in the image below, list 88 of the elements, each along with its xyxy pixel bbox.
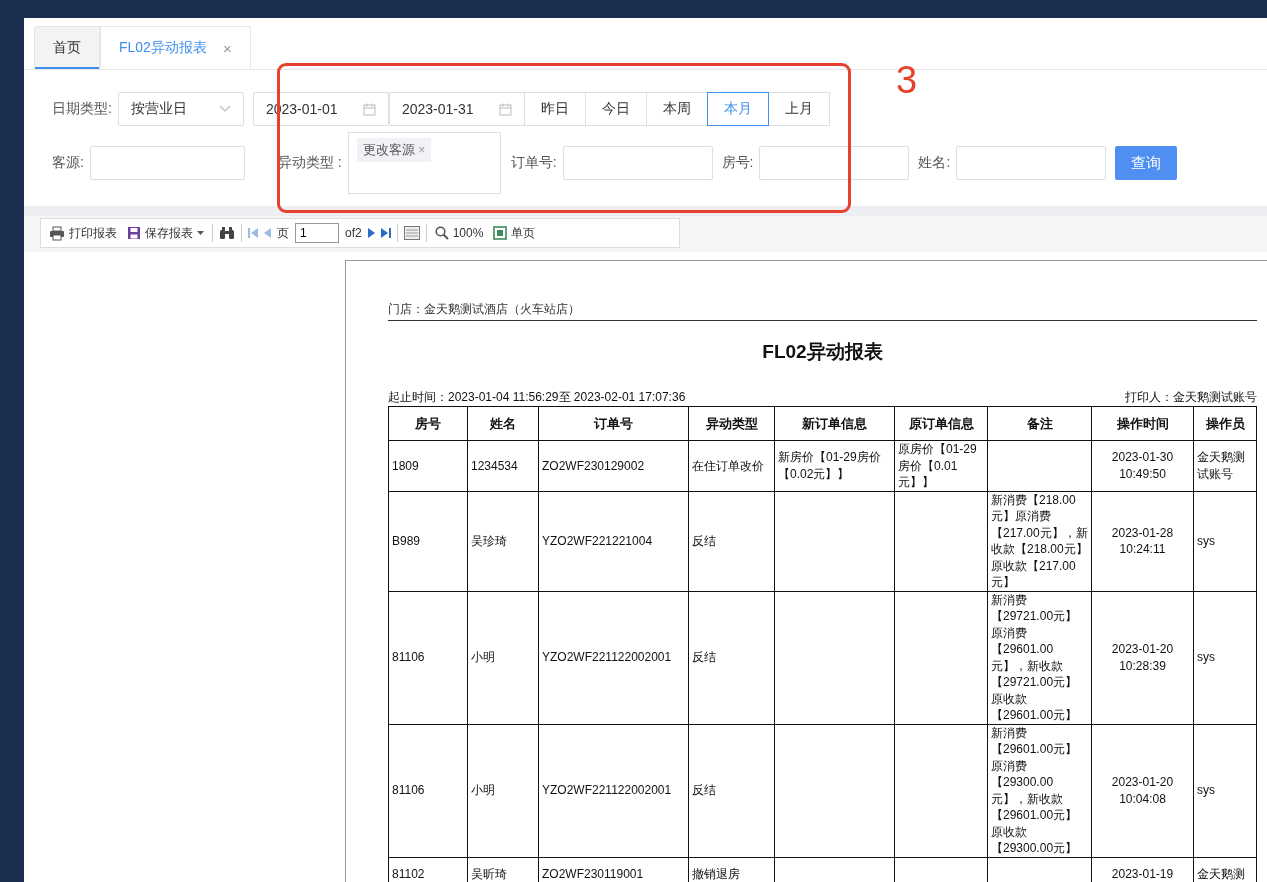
tab[interactable]: 首页 bbox=[34, 26, 100, 69]
date-range-button[interactable]: 昨日 bbox=[523, 92, 586, 126]
printer-icon bbox=[49, 225, 65, 241]
field-label: 日期类型: bbox=[52, 100, 112, 118]
column-header: 订单号 bbox=[538, 406, 689, 441]
table-cell: 2023-01-20 10:04:08 bbox=[1111, 775, 1174, 806]
table-cell: YZO2WF221122002001 bbox=[542, 783, 672, 798]
column-header: 新订单信息 bbox=[774, 406, 895, 441]
table-cell: 2023-01-28 10:24:11 bbox=[1111, 525, 1174, 556]
table-cell: 2023-01-20 10:28:39 bbox=[1111, 642, 1174, 673]
column-header: 原订单信息 bbox=[894, 406, 988, 441]
date-range-button[interactable]: 今日 bbox=[584, 92, 647, 126]
date-type-select[interactable]: 按营业日 bbox=[117, 92, 244, 126]
report-period: 起止时间：2023-01-04 11:56:29至 2023-02-01 17:07:36 bbox=[388, 389, 686, 406]
table-cell: sys bbox=[1197, 650, 1215, 665]
table-cell: 小明 bbox=[471, 783, 495, 798]
table-cell: 吴昕琦 bbox=[471, 866, 507, 881]
field-label: 房号: bbox=[721, 154, 754, 172]
table-cell: 81102 bbox=[392, 866, 425, 881]
magnifier-icon bbox=[434, 226, 449, 240]
table-cell: 2023-01-19 bbox=[1111, 866, 1174, 881]
field-label: 订单号: bbox=[510, 154, 557, 172]
table-cell: 1809 bbox=[392, 458, 419, 473]
table-cell: 小明 bbox=[471, 650, 495, 665]
date-range-button[interactable]: 本周 bbox=[645, 92, 708, 126]
table-cell: ZO2WF230129002 bbox=[542, 458, 645, 473]
caret-icon bbox=[197, 231, 204, 235]
previous-page-icon[interactable] bbox=[264, 228, 271, 238]
column-header: 备注 bbox=[987, 406, 1092, 441]
first-page-icon[interactable] bbox=[248, 227, 258, 239]
table-cell: 金天鹅测 bbox=[1197, 866, 1245, 881]
table-cell: 吴珍琦 bbox=[471, 533, 507, 548]
table-cell: 2023-01-30 10:49:50 bbox=[1111, 450, 1174, 481]
table-cell: B989 bbox=[392, 533, 421, 548]
report-title: FL02异动报表 bbox=[761, 340, 884, 364]
column-header: 操作时间 bbox=[1091, 406, 1194, 441]
table-cell: sys bbox=[1197, 533, 1215, 548]
single-page-icon bbox=[493, 226, 508, 240]
zoom-button[interactable]: 100% bbox=[432, 226, 486, 240]
calendar-icon bbox=[362, 102, 376, 116]
table-cell: 81106 bbox=[392, 650, 425, 665]
save-button[interactable]: 保存报表 bbox=[125, 224, 206, 242]
table-cell: 新消费【29601.00元】原消费【29300.00元】，新收款【29601.00元】原收款【29300.00元】 bbox=[991, 725, 1078, 855]
table-cell: 原房价【01-29房价【0.01元】】 bbox=[898, 442, 977, 489]
page-count: of2 bbox=[345, 226, 362, 240]
annotation-number: 3 bbox=[896, 58, 918, 102]
name-input[interactable] bbox=[956, 146, 1107, 180]
next-page-icon[interactable] bbox=[367, 228, 375, 238]
table-cell: ZO2WF230119001 bbox=[542, 866, 644, 881]
column-header: 房号 bbox=[388, 406, 468, 441]
table-cell: 撤销退房 bbox=[692, 866, 740, 881]
date-range-button[interactable]: 上月 bbox=[767, 92, 830, 126]
table-cell: sys bbox=[1197, 783, 1215, 798]
printed-by: 打印人：金天鹅测试账号 bbox=[1125, 389, 1257, 406]
store-name: 门店：金天鹅测试酒店（火车站店） bbox=[388, 301, 1257, 321]
table-cell: 新房价【01-29房价【0.02元】】 bbox=[778, 450, 881, 481]
change-type-select[interactable]: 更改客源 × bbox=[347, 132, 501, 194]
date-range-button[interactable]: 本月 bbox=[706, 92, 769, 126]
page-label: 页 bbox=[277, 224, 289, 242]
table-cell: YZO2WF221221004 bbox=[542, 533, 653, 548]
end-date-field[interactable]: 2023-01-31 bbox=[388, 92, 525, 126]
chevron-down-icon bbox=[218, 105, 231, 113]
tag: 更改客源 × bbox=[356, 138, 432, 162]
page-layout-icon[interactable] bbox=[403, 226, 420, 240]
calendar-icon bbox=[498, 102, 512, 116]
table-cell: 新消费【218.00元】原消费【217.00元】，新收款【218.00元】原收款【217.00元】 bbox=[991, 492, 1088, 589]
table-cell: 1234534 bbox=[471, 458, 518, 473]
print-button[interactable]: 打印报表 bbox=[47, 224, 119, 242]
single-page-button[interactable]: 单页 bbox=[491, 224, 538, 242]
table-cell: 新消费【29721.00元】原消费【29601.00元】，新收款【29721.00元】原收款【29601.00元】 bbox=[991, 592, 1078, 722]
source-input[interactable] bbox=[89, 146, 245, 180]
field-label: 姓名: bbox=[918, 154, 951, 172]
table-cell: 反结 bbox=[692, 650, 716, 665]
column-header: 异动类型 bbox=[688, 406, 775, 441]
column-header: 操作员 bbox=[1193, 406, 1257, 441]
binoculars-icon[interactable] bbox=[219, 226, 235, 240]
field-label: 客源: bbox=[52, 154, 84, 172]
order-number-input[interactable] bbox=[562, 146, 713, 180]
table-cell: 金天鹅测试账号 bbox=[1197, 450, 1245, 481]
table-cell: 反结 bbox=[692, 783, 716, 798]
table-cell: 反结 bbox=[692, 533, 716, 548]
table-cell: 在住订单改价 bbox=[692, 458, 764, 473]
column-header: 姓名 bbox=[467, 406, 539, 441]
page-number-input[interactable]: 1 bbox=[295, 223, 339, 243]
table-cell: YZO2WF221122002001 bbox=[542, 650, 672, 665]
last-page-icon[interactable] bbox=[380, 227, 391, 239]
room-number-input[interactable] bbox=[759, 146, 910, 180]
table-cell: 81106 bbox=[392, 783, 425, 798]
